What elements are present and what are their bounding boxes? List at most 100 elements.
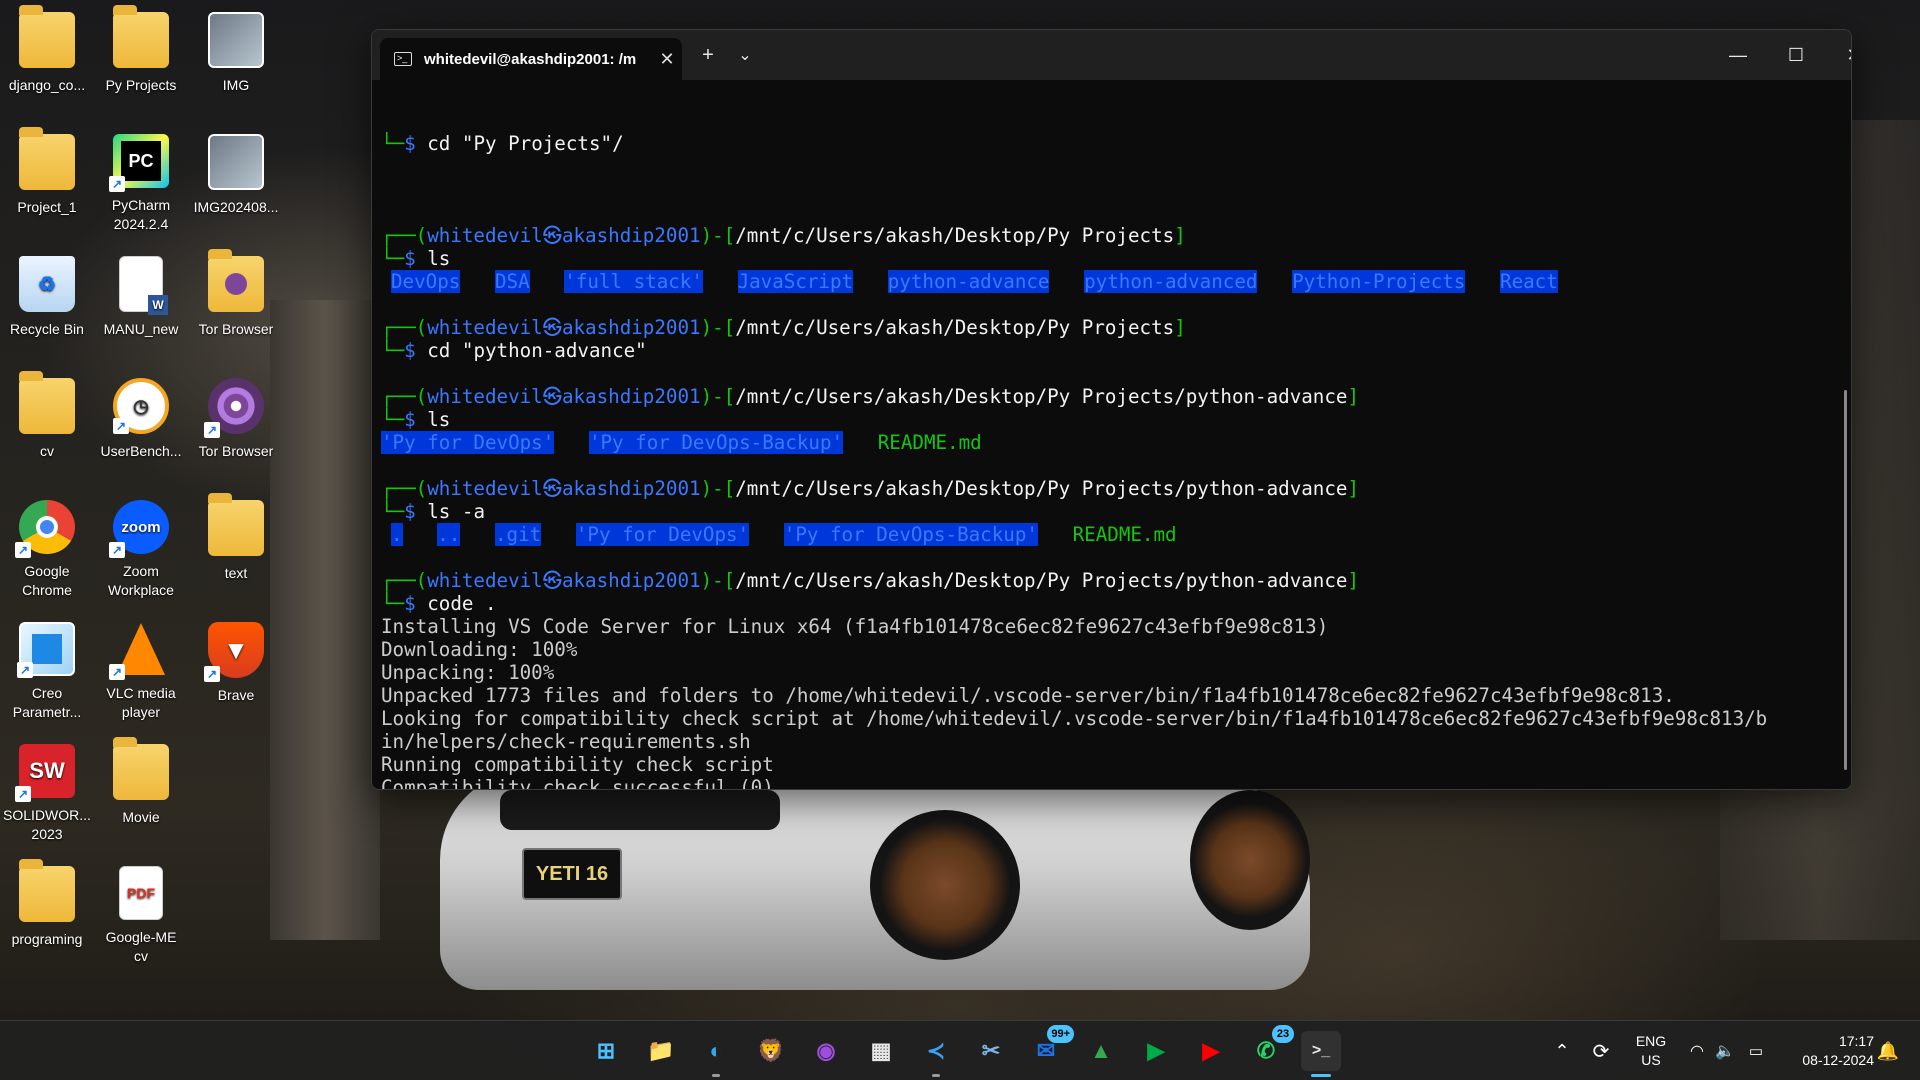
terminal-titlebar[interactable]: >_ whitedevil@akashdip2001: /m ✕ + ⌄ — ☐… (372, 30, 1851, 80)
desktop-icon-py-projects[interactable]: Py Projects (95, 2, 187, 112)
tor-folder-icon (208, 249, 264, 312)
desktop-icon-google-me-cv[interactable]: PDF Google-ME cv (95, 856, 187, 966)
directory-entry: python-advanced (1084, 270, 1258, 293)
solidworks-icon: SW (15, 744, 75, 802)
prompt-corner-top: ┌──( (381, 477, 428, 500)
desktop-icon-brave[interactable]: ▼ Brave (190, 612, 282, 722)
desktop-icon-creo-parametric[interactable]: Creo Parametr... (1, 612, 93, 722)
ls-output-line: 'Py for DevOps' 'Py for DevOps-Backup' R… (381, 431, 1837, 454)
desktop-icon-text-folder[interactable]: text (190, 490, 282, 600)
desktop-icon-google-chrome[interactable]: Google Chrome (1, 490, 93, 600)
language-label: ENG (1635, 1033, 1667, 1049)
desktop-icon-label: Brave (217, 687, 255, 703)
desktop-icon-manu-new[interactable]: W MANU_new (95, 246, 187, 356)
google-meet-icon: ▶ (1147, 1038, 1165, 1063)
battery-icon[interactable]: ▭ (1742, 1021, 1770, 1080)
terminal-output[interactable]: └─$ cd "Py Projects"/ ┌──(whitedevil㉿aka… (381, 86, 1837, 789)
maximize-button[interactable]: ☐ (1767, 30, 1825, 80)
taskbar-edge-button[interactable]: ◐ (696, 1031, 736, 1077)
taskbar-google-meet-button[interactable]: ▶ (1136, 1031, 1176, 1071)
directory-entry: 'Py for DevOps-Backup' (588, 431, 844, 454)
taskbar-outlook-button[interactable]: ✉ 99+ (1026, 1025, 1074, 1071)
desktop-icon-label: IMG (222, 77, 250, 93)
prompt-bracket-close: ] (1347, 569, 1360, 592)
desktop-icon-solidworks[interactable]: SW SOLIDWOR... 2023 (1, 734, 93, 844)
chrome-icon (15, 500, 75, 558)
taskbar-windows-terminal-button[interactable]: >_ (1301, 1031, 1341, 1077)
prompt-line: ┌──(whitedevil㉿akashdip2001)-[/mnt/c/Use… (381, 569, 1837, 592)
taskbar-start-button-button[interactable]: ⊞ (586, 1031, 626, 1071)
taskbar-vs-code-button[interactable]: ≺ (916, 1031, 956, 1077)
prompt-bracket-close: ] (1347, 477, 1360, 500)
wallpaper-pillar (270, 300, 380, 940)
directory-entry: 'Py for DevOps-Backup' (783, 523, 1038, 546)
prompt-host: akashdip2001 (561, 477, 701, 500)
input-language-indicator[interactable]: ENG US (1630, 1021, 1672, 1080)
prompt-corner-bottom: └─ (381, 408, 405, 431)
sync-icon[interactable]: ⟳ (1586, 1021, 1616, 1080)
prompt-bracket-open: )-[ (700, 385, 736, 408)
desktop-icon-label: Tor Browser (198, 443, 274, 459)
prompt-dollar: $ (404, 247, 416, 270)
output-line: in/helpers/check-requirements.sh (381, 730, 751, 753)
new-tab-button[interactable]: + (693, 40, 723, 70)
folder-icon (208, 493, 264, 556)
desktop-icon-django-folder[interactable]: django_co... (1, 2, 93, 112)
directory-entry: Python-Projects (1292, 270, 1466, 293)
creo-square-icon (32, 634, 62, 664)
prompt-at-symbol: ㉿ (542, 224, 562, 247)
ls-output-line: . .. .git 'Py for DevOps' 'Py for DevOps… (381, 523, 1837, 546)
taskbar-google-drive-button[interactable]: ▲ (1081, 1031, 1121, 1071)
show-hidden-icons-button[interactable]: ⌃ (1548, 1021, 1576, 1080)
brave-icon: 🦁 (757, 1038, 785, 1063)
volume-icon[interactable]: 🔈 (1712, 1021, 1738, 1080)
desktop-icon-zoom[interactable]: zoom Zoom Workplace (95, 490, 187, 600)
taskbar-brave-button[interactable]: 🦁 (751, 1031, 791, 1071)
command-line: └─$ ls -a (381, 500, 1837, 523)
desktop-icon-label: Recycle Bin (10, 321, 84, 337)
tor-browser-icon: ◉ (816, 1038, 836, 1063)
desktop-icon-tor-browser[interactable]: Tor Browser (190, 368, 282, 478)
taskbar-microsoft-store-button[interactable]: ▦ (861, 1031, 901, 1071)
desktop-icon-pycharm[interactable]: PC PyCharm 2024.2.4 (95, 124, 187, 234)
directory-entry: 'Py for DevOps' (575, 523, 750, 546)
desktop-icon-cv-folder[interactable]: cv (1, 368, 93, 478)
tab-dropdown-button[interactable]: ⌄ (730, 40, 760, 70)
prompt-path: /mnt/c/Users/akash/Desktop/Py Projects (735, 316, 1175, 339)
desktop-icon-project-1[interactable]: Project_1 (1, 124, 93, 234)
taskbar-file-explorer-button[interactable]: 📁 (641, 1031, 681, 1071)
desktop-icon-label: cv (40, 443, 54, 459)
desktop-icon-tor-browser-folder[interactable]: Tor Browser (190, 246, 282, 356)
prompt-at-symbol: ㉿ (542, 316, 562, 339)
terminal-scrollbar[interactable] (1844, 390, 1847, 770)
directory-entry: python-advance (887, 270, 1050, 293)
clock[interactable]: 17:17 08-12-2024 (1778, 1021, 1874, 1080)
desktop-icon-label: django_co... (8, 77, 86, 93)
minimize-button[interactable]: — (1709, 30, 1767, 80)
prompt-at-symbol: ㉿ (542, 569, 562, 592)
desktop-icon-movie-folder[interactable]: Movie (95, 734, 187, 844)
taskbar-youtube-button[interactable]: ▶ (1191, 1031, 1231, 1071)
prompt-line: ┌──(whitedevil㉿akashdip2001)-[/mnt/c/Use… (381, 385, 1837, 408)
google-drive-icon: ▲ (1090, 1038, 1112, 1063)
desktop-icon-userbench[interactable]: ◷ UserBench... (95, 368, 187, 478)
prompt-line: ┌──(whitedevil㉿akashdip2001)-[/mnt/c/Use… (381, 316, 1837, 339)
wifi-icon[interactable]: ◠ (1684, 1021, 1710, 1080)
terminal-window[interactable]: >_ whitedevil@akashdip2001: /m ✕ + ⌄ — ☐… (371, 29, 1852, 790)
desktop-icon-img[interactable]: IMG (190, 2, 282, 112)
desktop-icon-recycle-bin[interactable]: ♻ Recycle Bin (1, 246, 93, 356)
desktop-icon-img2024[interactable]: IMG202408... (190, 124, 282, 234)
close-button[interactable]: ✕ (1825, 30, 1851, 80)
tab-close-icon[interactable]: ✕ (652, 49, 682, 70)
taskbar-tor-browser-button[interactable]: ◉ (806, 1031, 846, 1071)
file-entry: README.md (1072, 523, 1177, 546)
desktop-icon-vlc[interactable]: VLC media player (95, 612, 187, 722)
terminal-tab-active[interactable]: >_ whitedevil@akashdip2001: /m ✕ (380, 38, 682, 80)
taskbar-whatsapp-button[interactable]: ✆ 23 (1246, 1025, 1294, 1071)
taskbar-snipping-tool-button[interactable]: ✂ (971, 1031, 1011, 1071)
desktop-icon-programing-folder[interactable]: programing (1, 856, 93, 966)
folder-icon (19, 371, 75, 434)
notification-bell-icon[interactable]: 🔔 (1874, 1021, 1902, 1080)
